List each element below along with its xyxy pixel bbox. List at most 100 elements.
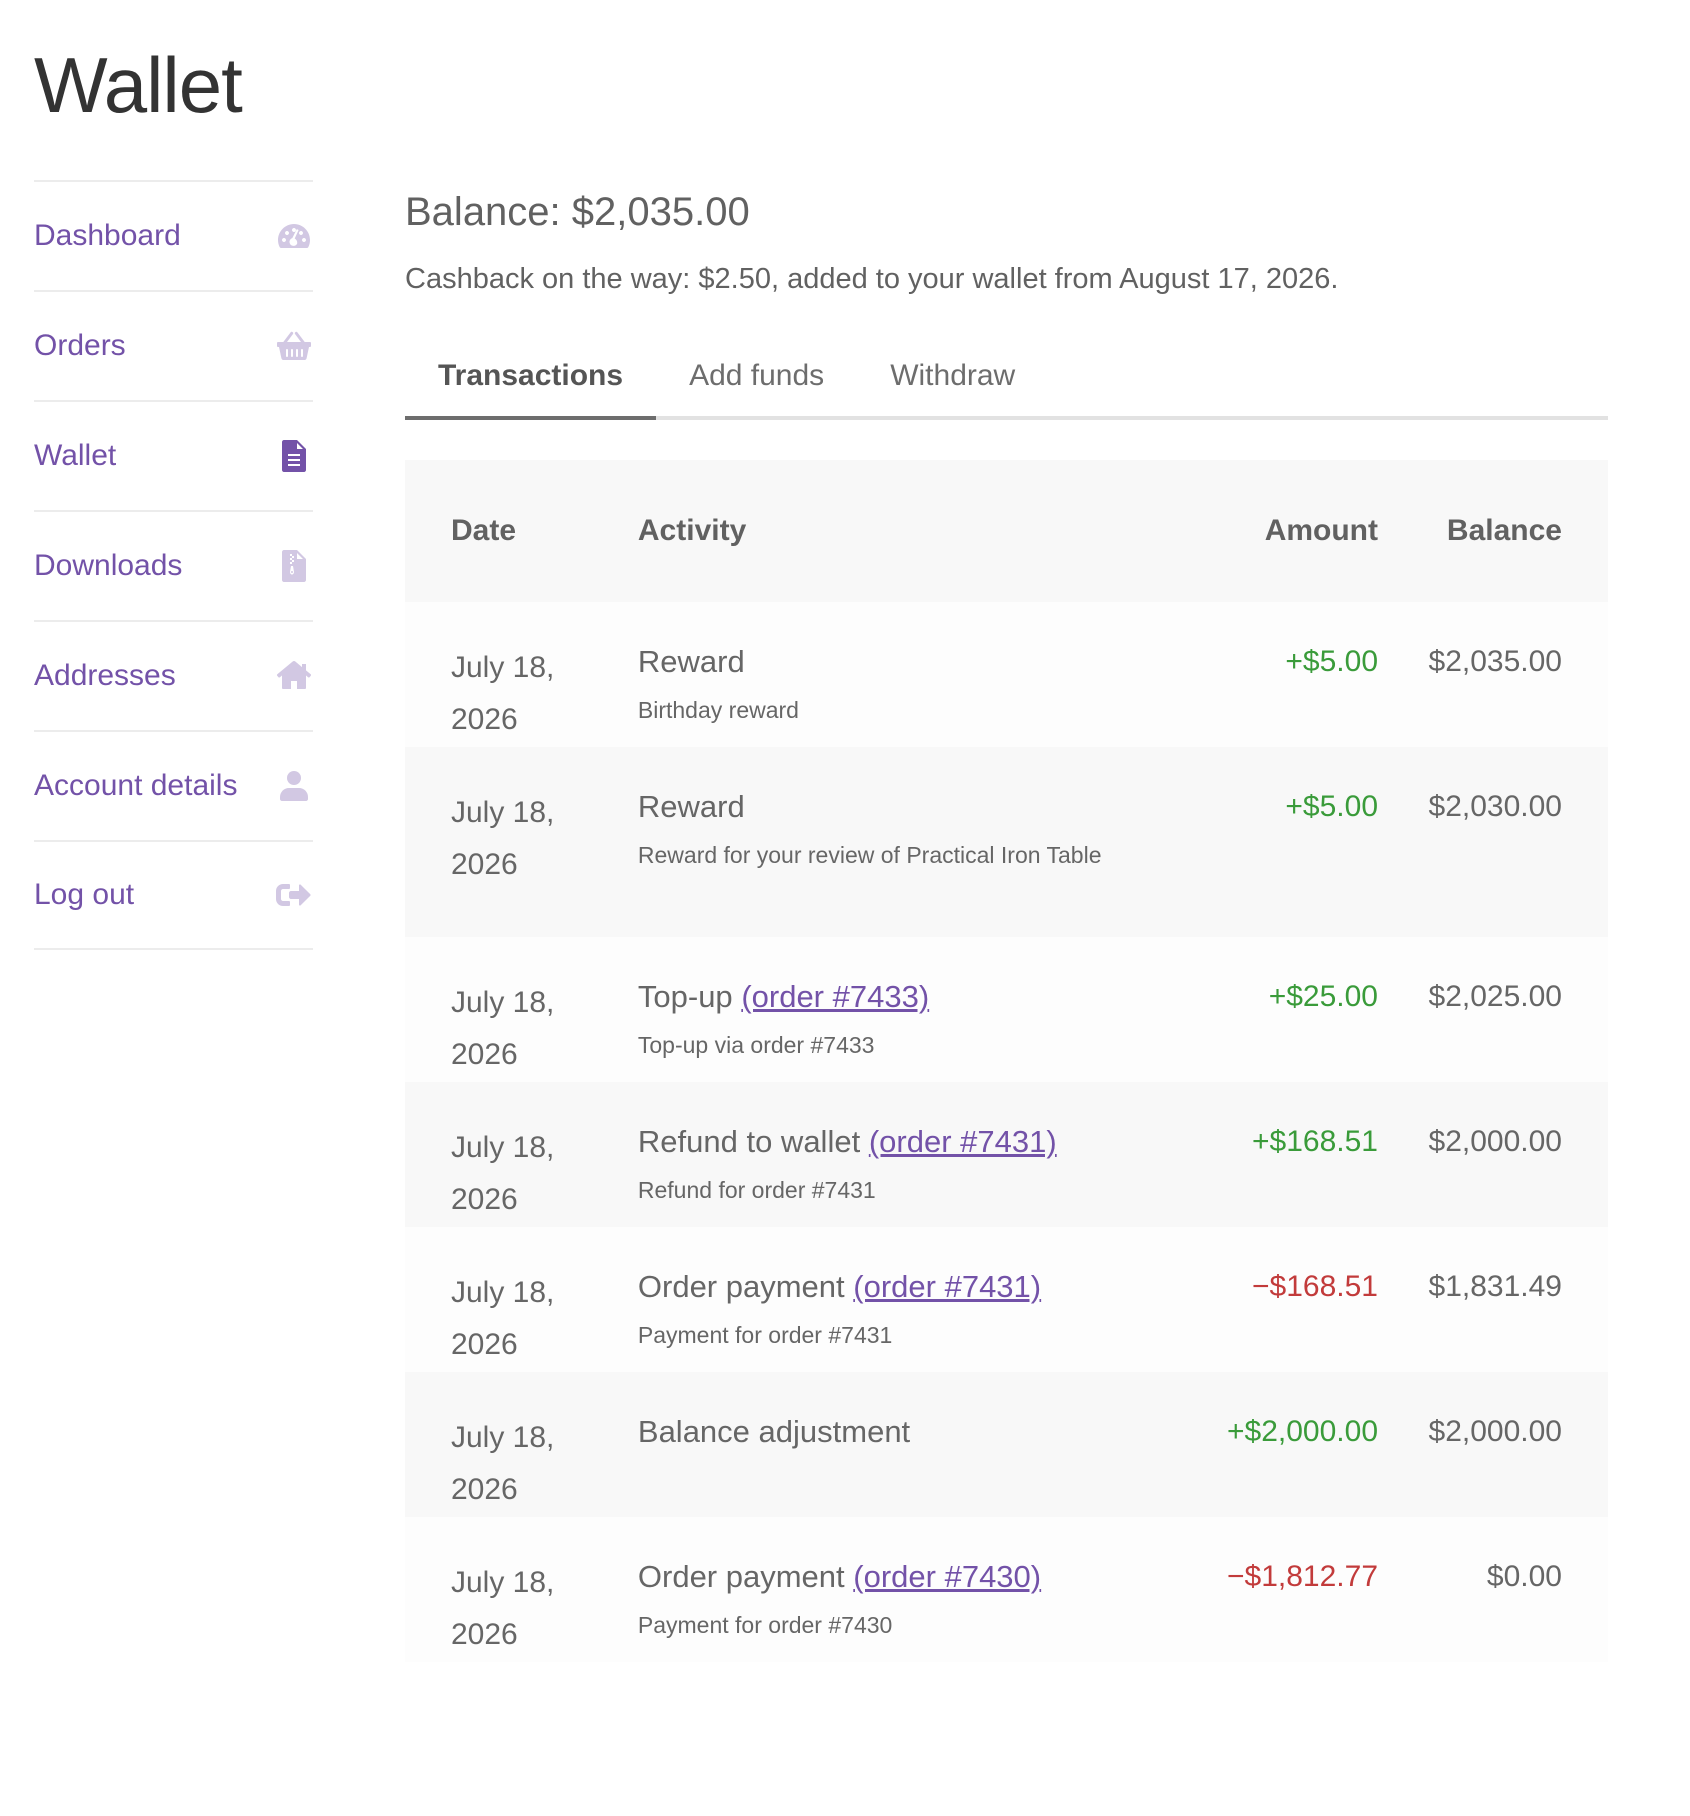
order-link[interactable]: (order #7433) — [741, 979, 929, 1014]
table-body: July 18, 2026 Reward Birthday reward +$5.00… — [405, 602, 1608, 1662]
page-title: Wallet — [34, 41, 243, 129]
cell-balance: $2,035.00 — [1378, 642, 1608, 682]
table-row: July 18, 2026 Balance adjustment +$2,000.0… — [405, 1372, 1608, 1517]
tab-add-funds[interactable]: Add funds — [656, 348, 857, 420]
header-balance: Balance — [1446, 514, 1562, 547]
basket-icon — [275, 327, 313, 365]
sidebar-item-account-details[interactable]: Account details — [34, 730, 313, 840]
transaction-date: July 18, 2026 — [451, 1276, 555, 1361]
cell-activity: Balance adjustment — [638, 1412, 1120, 1452]
cashback-notice: Cashback on the way: $2.50, added to you… — [405, 263, 1339, 295]
header-date: Date — [451, 514, 517, 547]
activity-title: Top-up (order #7433) — [638, 977, 1120, 1017]
sidebar-item-wallet[interactable]: Wallet — [34, 400, 313, 510]
transaction-amount: +$5.00 — [1285, 790, 1378, 823]
user-icon — [275, 767, 313, 805]
cell-activity: Order payment (order #7430) Payment for o… — [638, 1557, 1120, 1651]
running-balance: $2,000.00 — [1428, 1125, 1562, 1158]
tab-transactions[interactable]: Transactions — [405, 348, 657, 420]
running-balance: $1,831.49 — [1428, 1270, 1562, 1303]
activity-title: Reward — [638, 642, 1120, 682]
transaction-amount: −$1,812.77 — [1227, 1560, 1378, 1593]
transaction-date: July 18, 2026 — [451, 1421, 555, 1506]
account-navigation: Dashboard Orders Wallet Downloads Addres… — [34, 180, 313, 950]
running-balance: $2,030.00 — [1428, 790, 1562, 823]
document-icon — [275, 437, 313, 475]
cell-amount: +$25.00 — [1120, 977, 1378, 1017]
cell-activity: Order payment (order #7431) Payment for o… — [638, 1267, 1120, 1361]
sidebar-item-orders[interactable]: Orders — [34, 290, 313, 400]
activity-type: Balance adjustment — [637, 1414, 911, 1449]
page: Wallet Dashboard Orders Wallet Downloads — [0, 0, 1690, 1816]
activity-detail: Payment for order #7430 — [637, 1612, 893, 1638]
cell-date: July 18, 2026 — [405, 977, 638, 1081]
sidebar-item-addresses[interactable]: Addresses — [34, 620, 313, 730]
cell-activity: Refund to wallet (order #7431) Refund for… — [638, 1122, 1120, 1216]
running-balance: $0.00 — [1486, 1560, 1562, 1593]
sidebar-item-log-out[interactable]: Log out — [34, 840, 313, 950]
cell-date: July 18, 2026 — [405, 642, 638, 746]
activity-title: Balance adjustment — [638, 1412, 1120, 1452]
header-amount: Amount — [1264, 514, 1378, 547]
cell-amount: −$1,812.77 — [1120, 1557, 1378, 1597]
sidebar-item-label: Addresses — [34, 659, 176, 692]
cell-balance: $2,000.00 — [1378, 1122, 1608, 1162]
cell-date: July 18, 2026 — [405, 1412, 638, 1516]
running-balance: $2,000.00 — [1428, 1415, 1562, 1448]
cell-activity: Reward Reward for your review of Practica… — [638, 787, 1120, 881]
tab-withdraw[interactable]: Withdraw — [857, 348, 1048, 420]
activity-detail: Refund for order #7431 — [637, 1177, 876, 1203]
cell-balance: $0.00 — [1378, 1557, 1608, 1597]
transaction-amount: +$2,000.00 — [1227, 1415, 1378, 1448]
transaction-date: July 18, 2026 — [451, 651, 555, 736]
sidebar-item-dashboard[interactable]: Dashboard — [34, 180, 313, 290]
transactions-table: Date Activity Amount Balance July 18, 20… — [405, 460, 1608, 1662]
activity-detail: Top-up via order #7433 — [637, 1032, 875, 1058]
table-row: July 18, 2026 Order payment (order #7431)… — [405, 1227, 1608, 1372]
activity-title: Order payment (order #7430) — [638, 1557, 1120, 1597]
transaction-amount: −$168.51 — [1252, 1270, 1378, 1303]
transaction-date: July 18, 2026 — [451, 796, 555, 881]
order-link[interactable]: (order #7430) — [853, 1559, 1041, 1594]
cell-balance: $2,025.00 — [1378, 977, 1608, 1017]
cell-amount: −$168.51 — [1120, 1267, 1378, 1307]
table-row: July 18, 2026 Order payment (order #7430)… — [405, 1517, 1608, 1662]
cell-date: July 18, 2026 — [405, 1122, 638, 1226]
header-activity: Activity — [637, 514, 747, 547]
activity-detail: Birthday reward — [637, 697, 799, 723]
activity-detail: Payment for order #7431 — [637, 1322, 893, 1348]
transaction-amount: +$168.51 — [1252, 1125, 1378, 1158]
cell-amount: +$5.00 — [1120, 642, 1378, 682]
activity-detail: Reward for your review of Practical Iron… — [637, 842, 1102, 868]
wallet-balance: Balance: $2,035.00 — [405, 190, 750, 234]
order-link[interactable]: (order #7431) — [869, 1124, 1057, 1159]
cell-amount: +$2,000.00 — [1120, 1412, 1378, 1452]
activity-type: Order payment — [637, 1269, 845, 1304]
cell-balance: $2,030.00 — [1378, 787, 1608, 827]
cell-activity: Reward Birthday reward — [638, 642, 1120, 736]
order-link[interactable]: (order #7431) — [853, 1269, 1041, 1304]
sidebar-item-label: Wallet — [34, 439, 117, 472]
sidebar-item-label: Account details — [34, 769, 238, 802]
home-icon — [275, 657, 313, 695]
activity-title: Refund to wallet (order #7431) — [638, 1122, 1120, 1162]
sidebar-item-label: Log out — [34, 878, 135, 911]
activity-type: Reward — [637, 789, 745, 824]
table-header: Date Activity Amount Balance — [405, 460, 1608, 602]
sign-out-icon — [275, 876, 313, 914]
table-row: July 18, 2026 Top-up (order #7433) Top-up … — [405, 937, 1608, 1082]
cell-date: July 18, 2026 — [405, 787, 638, 891]
cell-date: July 18, 2026 — [405, 1557, 638, 1661]
cell-activity: Top-up (order #7433) Top-up via order #74… — [638, 977, 1120, 1071]
cell-balance: $1,831.49 — [1378, 1267, 1608, 1307]
running-balance: $2,035.00 — [1428, 645, 1562, 678]
transaction-date: July 18, 2026 — [451, 1131, 555, 1216]
wallet-content: Balance: $2,035.00 Cashback on the way: … — [405, 190, 1608, 1662]
sidebar-item-label: Downloads — [34, 549, 183, 582]
wallet-tabs: Transactions Add funds Withdraw — [405, 348, 1608, 420]
table-row: July 18, 2026 Refund to wallet (order #74… — [405, 1082, 1608, 1227]
activity-type: Reward — [637, 644, 745, 679]
activity-title: Reward — [638, 787, 1120, 827]
sidebar-item-downloads[interactable]: Downloads — [34, 510, 313, 620]
table-row: July 18, 2026 Reward Reward for your revie… — [405, 747, 1608, 937]
